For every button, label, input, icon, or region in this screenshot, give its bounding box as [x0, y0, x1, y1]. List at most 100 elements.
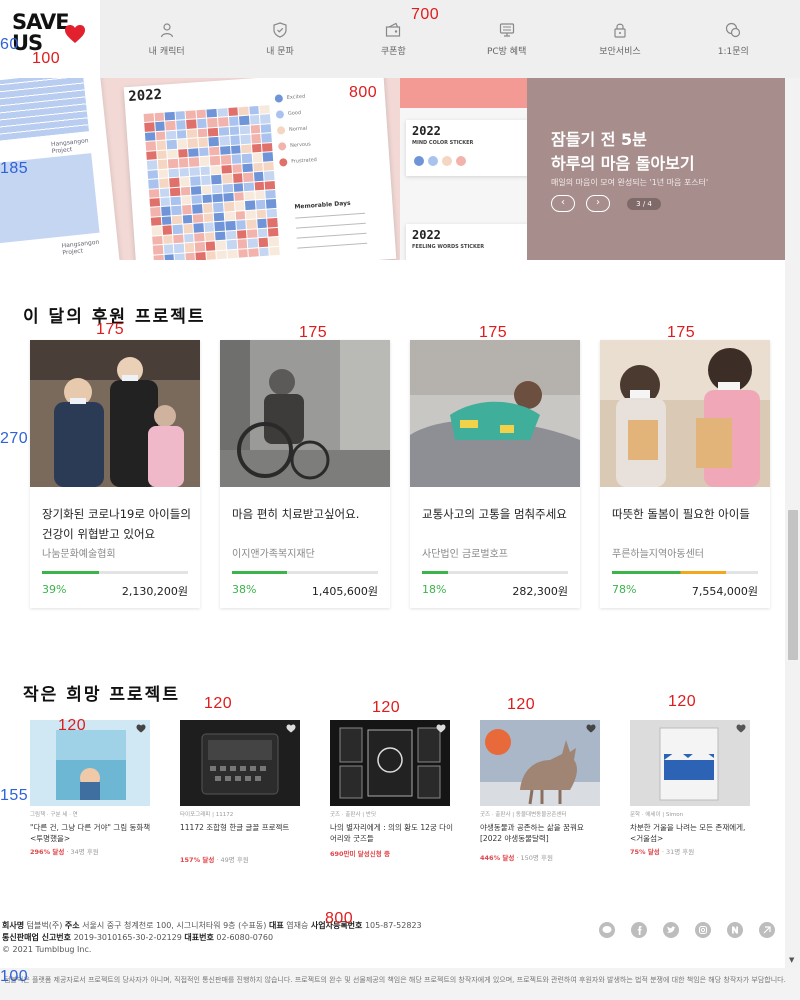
mosaic-cell [229, 126, 240, 136]
kakao-icon[interactable] [599, 922, 615, 938]
project-title: "다른 건, 그냥 다른 거야" 그림 동화책 <투명했을> [30, 823, 151, 843]
logo-text-line1: SAVE [12, 10, 70, 34]
nav-item-pcroom[interactable]: PC방 혜택 [450, 0, 563, 78]
mosaic-cell [170, 196, 181, 206]
shield-icon [273, 21, 287, 38]
mosaic-cell [145, 141, 156, 151]
project-card[interactable]: 마음 편히 치료받고싶어요. 이지앤가족복지재단 38% 1,405,600원 [220, 340, 390, 608]
project-card[interactable]: 장기화된 코로나19로 아이들의 건강이 위협받고 있어요 나눔문화예술협회 3… [30, 340, 200, 608]
chat-icon [726, 22, 741, 37]
mosaic-cell [245, 210, 257, 220]
heart-icon[interactable] [436, 724, 446, 733]
mosaic-cell [253, 171, 264, 181]
mosaic-cell [189, 157, 200, 167]
mosaic-cell [235, 210, 246, 221]
small-section-title: 작은 희망 프로젝트 [23, 685, 180, 705]
sticker-card: 2022 FEELING WORDS STICKER [406, 224, 530, 260]
project-title: 차분한 거울을 나려는 모든 존재에게, <거울섬> [630, 823, 746, 843]
mosaic-cell [158, 178, 169, 188]
mosaic-cell [154, 112, 165, 122]
mosaic-cell [198, 137, 209, 147]
project-title: 따뜻한 돌봄이 필요한 아이들 [612, 507, 750, 521]
mosaic-cell [253, 162, 264, 172]
project-organization: 나눔문화예술협회 [42, 549, 116, 560]
mosaic-cell [160, 197, 171, 207]
project-image [30, 720, 150, 806]
mosaic-cell [189, 166, 200, 176]
top-header: SAVE US 내 캐릭터 내 문파 쿠폰함 PC방 혜택 보안서비스 1:1문 [0, 0, 800, 78]
project-category: 타이포그래피 | 11172 [180, 812, 234, 818]
mosaic-cell [209, 146, 220, 156]
pc-icon [499, 22, 514, 37]
annotation-number: 120 [204, 695, 233, 712]
nav-item-inquiry[interactable]: 1:1문의 [677, 0, 790, 78]
mosaic-cell [195, 242, 206, 252]
mosaic-cell [154, 121, 165, 132]
project-card[interactable]: 따뜻한 돌봄이 필요한 아이들 푸른하늘지역아동센터 78% 7,554,000… [600, 340, 770, 608]
page-scrollbar[interactable]: ▼ [785, 78, 800, 968]
annotation-number: 100 [32, 50, 61, 67]
funding-percent: 75% 달성 [630, 848, 660, 856]
mosaic-cell [261, 133, 272, 143]
backer-count: · 49명 후원 [214, 856, 249, 864]
twitter-icon[interactable] [663, 922, 679, 938]
small-project-card[interactable]: 굿즈 · 출판사 | 반딧 나의 별자리에게 : 의의 황도 12궁 다이어리와… [330, 720, 453, 870]
mosaic-cell [257, 218, 268, 228]
heart-icon[interactable] [736, 724, 746, 733]
poster-year: 2022 [127, 86, 163, 105]
mosaic-cell [213, 203, 224, 213]
nav-label: 보안서비스 [599, 46, 641, 57]
nav-item-character[interactable]: 내 캐릭터 [110, 0, 223, 78]
small-project-card[interactable]: 굿즈 · 출판사 | 동물대변동물공존센터 야생동물과 공존하는 삶을 꿈꿔요 … [480, 720, 600, 870]
heart-icon[interactable] [286, 724, 296, 733]
scrollbar-thumb[interactable] [788, 510, 798, 660]
mosaic-cell [190, 176, 201, 186]
scroll-down-arrow[interactable]: ▼ [789, 956, 794, 964]
project-card[interactable]: 교통사고의 고통을 멈춰주세요 사단법인 금로벌호프 18% 282,300원 [410, 340, 580, 608]
mosaic-cell [255, 190, 266, 200]
small-project-card[interactable]: 문학 · 에세이 | Simon 차분한 거울을 나려는 모든 존재에게, <거… [630, 720, 750, 870]
company-name: 텀블벅(주) [26, 921, 63, 930]
heart-icon[interactable] [586, 724, 596, 733]
ceo-label: 대표 [268, 921, 284, 930]
progress-bar [422, 571, 568, 574]
facebook-icon[interactable] [631, 922, 647, 938]
instagram-icon[interactable] [695, 922, 711, 938]
progress-percent: 38% [232, 583, 257, 596]
mosaic-cell [187, 138, 198, 148]
naver-icon[interactable] [727, 922, 743, 938]
banner-next-button[interactable]: › [586, 195, 610, 212]
project-image [480, 720, 600, 806]
mosaic-cell [263, 161, 274, 171]
mosaic-cell [222, 183, 233, 193]
banner-description: 매일의 마음이 모여 완성되는 '1년 마음 포스터' [551, 178, 709, 187]
hero-banner[interactable]: Hangsangon Project Hangsangon Project 20… [0, 78, 785, 260]
mosaic-cell [243, 181, 255, 192]
mosaic-cell [206, 108, 218, 118]
mosaic-cell [216, 240, 227, 250]
mosaic-cell [199, 147, 210, 157]
mosaic-cell [246, 219, 257, 229]
funding-percent: 157% 달성 [180, 856, 215, 864]
backer-count: · 34명 후원 [64, 848, 99, 856]
mosaic-cell [218, 117, 229, 127]
mosaic-cell [144, 132, 156, 142]
mosaic-cell [161, 216, 172, 226]
nav-item-guild[interactable]: 내 문파 [223, 0, 336, 78]
poster-center: 2022 Excited Good Normal Nervous Frustra… [123, 78, 397, 260]
small-project-card[interactable]: 그림책 · 구분 세 · 연 "다른 건, 그냥 다른 거야" 그림 동화책 <… [30, 720, 150, 870]
brunch-icon[interactable] [759, 922, 775, 938]
legend-dot [277, 142, 287, 151]
banner-prev-button[interactable]: ‹ [551, 195, 575, 212]
annotation-number: 270 [0, 430, 29, 447]
tel-label: 대표번호 [184, 933, 214, 942]
mosaic-cell [167, 158, 179, 168]
small-project-card[interactable]: 타이포그래피 | 11172 11172 조합형 한글 글꼴 프로젝트 157%… [180, 720, 300, 870]
mosaic-cell [166, 140, 177, 150]
heart-icon[interactable] [136, 724, 146, 733]
mosaic-cell [242, 163, 253, 173]
mosaic-cell [250, 124, 261, 134]
mosaic-cell [249, 105, 260, 116]
coupon-icon [386, 22, 401, 37]
nav-item-security[interactable]: 보안서비스 [563, 0, 676, 78]
